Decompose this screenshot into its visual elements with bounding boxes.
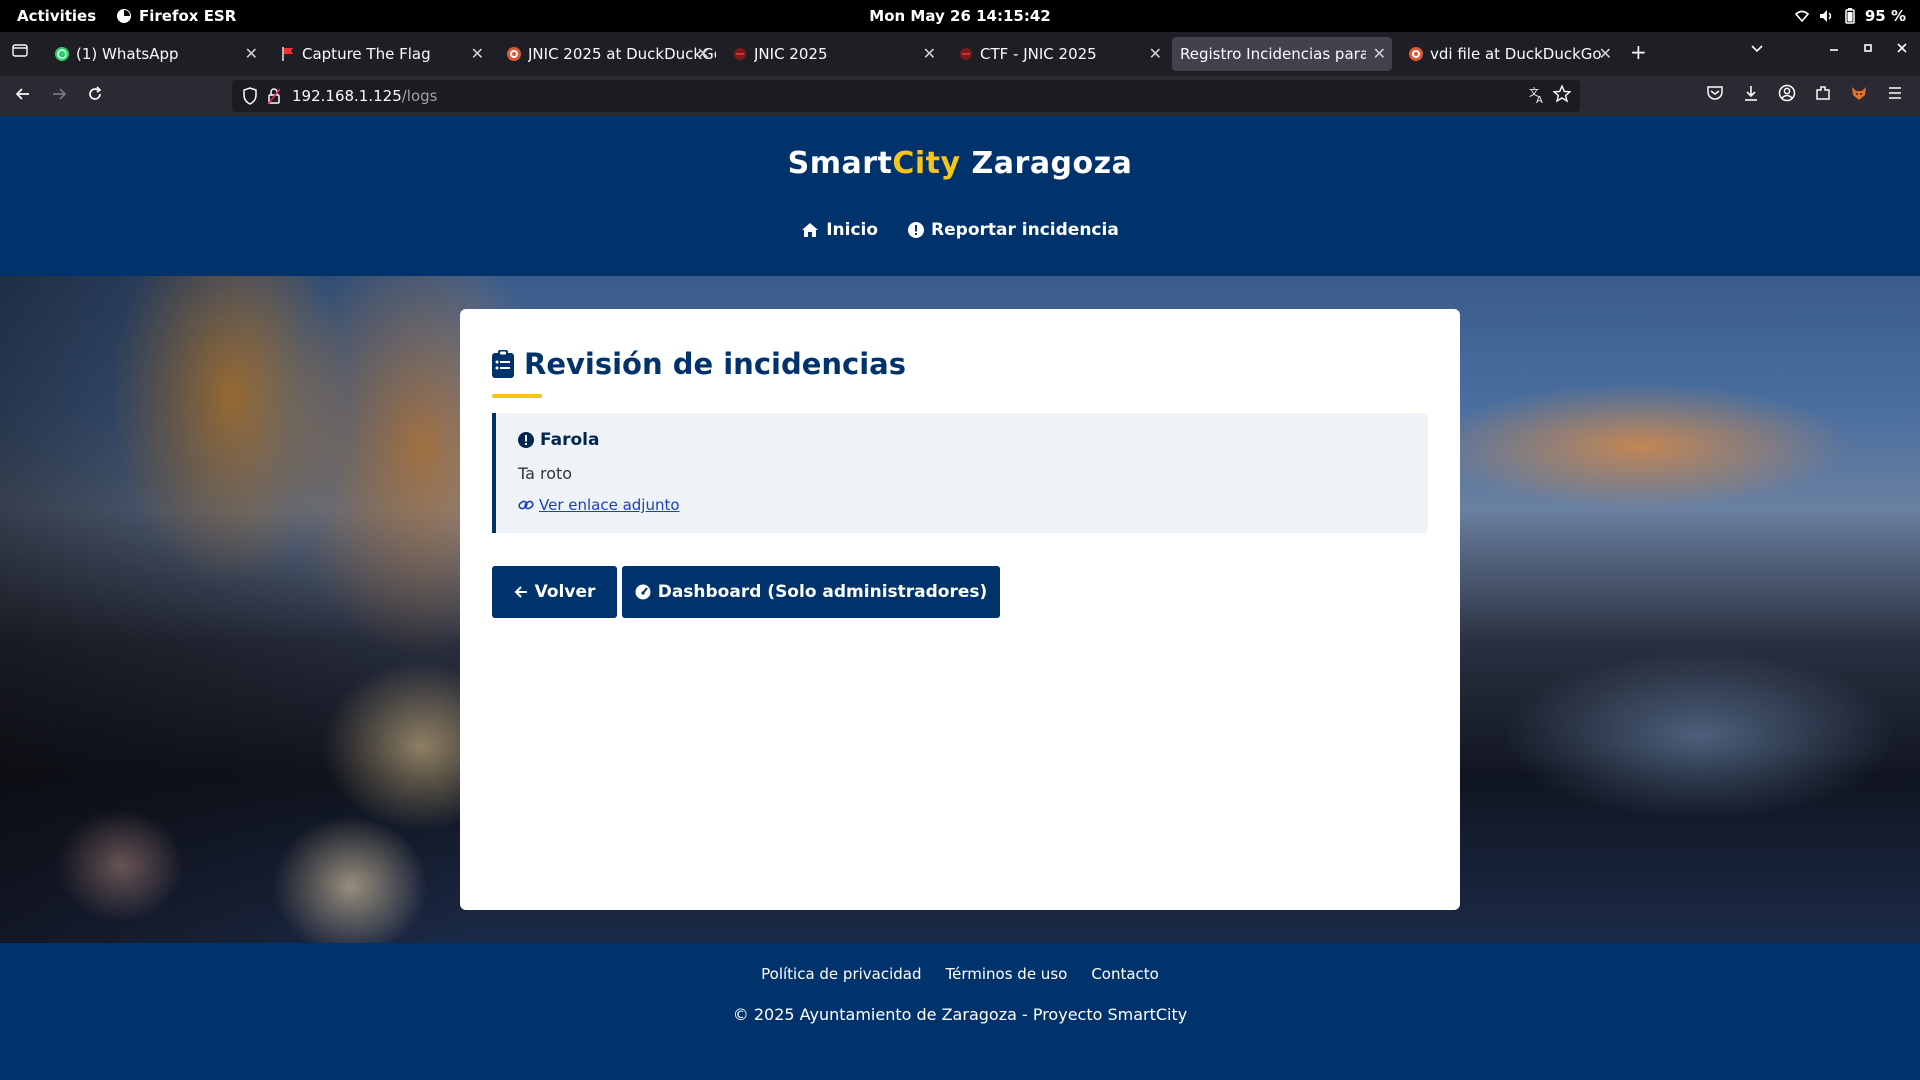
attachment-link[interactable]: Ver enlace adjunto <box>518 496 680 514</box>
tab-title: JNIC 2025 <box>754 45 828 63</box>
terms-link[interactable]: Términos de uso <box>946 965 1068 983</box>
privacy-link[interactable]: Política de privacidad <box>761 965 921 983</box>
close-icon[interactable]: ✕ <box>1149 44 1162 63</box>
battery-level: 95 % <box>1864 7 1906 25</box>
clock[interactable]: Mon May 26 14:15:42 <box>869 7 1050 25</box>
close-icon[interactable]: ✕ <box>1373 44 1386 63</box>
navigation-bar: 192.168.1.125/logs 文A <box>0 76 1920 116</box>
chevron-down-icon[interactable] <box>1750 42 1764 56</box>
tab-title: vdi file at DuckDuckGo <box>1430 45 1602 63</box>
incident-header: Farola <box>518 430 599 450</box>
lock-icon[interactable] <box>267 87 281 105</box>
firefox-icon <box>116 8 132 24</box>
tab-vdi-ddg[interactable]: vdi file at DuckDuckGo ✕ <box>1398 37 1618 71</box>
site-footer: Política de privacidad Términos de uso C… <box>0 943 1920 1080</box>
account-icon[interactable] <box>1778 84 1796 102</box>
hamburger-menu-icon[interactable] <box>1886 84 1904 102</box>
jnic-icon <box>732 46 748 62</box>
footer-links: Política de privacidad Términos de uso C… <box>0 965 1920 983</box>
duckduckgo-icon <box>1408 46 1424 62</box>
translate-icon[interactable]: 文A <box>1528 86 1546 104</box>
close-icon[interactable]: ✕ <box>1599 44 1612 63</box>
nav-report-link[interactable]: Reportar incidencia <box>908 220 1119 240</box>
attachment-link-text[interactable]: Ver enlace adjunto <box>539 496 680 514</box>
exclamation-circle-icon <box>908 222 925 238</box>
back-arrow-icon[interactable] <box>14 85 32 103</box>
flag-icon <box>280 46 296 62</box>
tab-jnic[interactable]: JNIC 2025 ✕ <box>722 37 942 71</box>
volume-icon <box>1819 9 1835 23</box>
close-icon[interactable]: ✕ <box>697 44 710 63</box>
back-button-label: Volver <box>534 582 596 602</box>
nav-home-link[interactable]: Inicio <box>801 220 878 240</box>
page-title: Revisión de incidencias <box>492 347 906 381</box>
shield-icon[interactable] <box>242 87 258 105</box>
forward-arrow-icon[interactable] <box>50 85 68 103</box>
content-card: Revisión de incidencias Farola Ta roto V… <box>460 309 1460 910</box>
extensions-icon[interactable] <box>1814 84 1832 102</box>
tab-title: Capture The Flag <box>302 45 431 63</box>
battery-icon <box>1845 8 1855 24</box>
back-button[interactable]: Volver <box>492 566 617 618</box>
url-text: 192.168.1.125/logs <box>292 87 438 105</box>
download-icon[interactable] <box>1742 84 1760 102</box>
dashboard-button-label: Dashboard (Solo administradores) <box>657 582 988 602</box>
site-logo[interactable]: SmartCity Zaragoza <box>0 146 1920 181</box>
whatsapp-icon <box>54 46 70 62</box>
hero-shade <box>0 276 480 943</box>
app-name: Firefox ESR <box>139 7 237 25</box>
tab-title: CTF - JNIC 2025 <box>980 45 1097 63</box>
maximize-icon[interactable] <box>1862 42 1874 54</box>
tab-whatsapp[interactable]: (1) WhatsApp ✕ <box>44 37 264 71</box>
new-tab-plus-icon[interactable]: + <box>1630 40 1647 64</box>
minimize-icon[interactable] <box>1828 42 1840 54</box>
tab-title: JNIC 2025 at DuckDuckGo <box>528 45 716 63</box>
network-icon <box>1794 9 1809 23</box>
nav-report-label: Reportar incidencia <box>931 220 1119 240</box>
home-icon <box>801 222 819 238</box>
close-icon[interactable]: ✕ <box>471 44 484 63</box>
close-icon[interactable]: ✕ <box>923 44 936 63</box>
site-nav: Inicio Reportar incidencia <box>0 220 1920 240</box>
site-header: SmartCity Zaragoza Inicio Reportar incid… <box>0 116 1920 276</box>
window-close-icon[interactable] <box>1896 42 1908 54</box>
tab-title: (1) WhatsApp <box>76 45 179 63</box>
incident-description: Ta roto <box>518 464 573 483</box>
page-title-text: Revisión de incidencias <box>524 347 906 381</box>
reload-icon[interactable] <box>86 85 104 103</box>
web-page: SmartCity Zaragoza Inicio Reportar incid… <box>0 116 1920 1080</box>
url-bar[interactable]: 192.168.1.125/logs 文A <box>232 80 1580 112</box>
nav-home-label: Inicio <box>826 220 879 240</box>
title-underline <box>492 394 542 398</box>
duckduckgo-icon <box>506 46 522 62</box>
incident-title: Farola <box>540 430 600 450</box>
system-top-bar: Activities Firefox ESR Mon May 26 14:15:… <box>0 0 1920 32</box>
arrow-left-icon <box>514 585 528 599</box>
tab-title: Registro Incidencias para Tra <box>1180 45 1366 63</box>
gauge-icon <box>635 584 651 600</box>
close-icon[interactable]: ✕ <box>245 44 258 63</box>
incident-item: Farola Ta roto Ver enlace adjunto <box>492 413 1428 533</box>
dashboard-button[interactable]: Dashboard (Solo administradores) <box>622 566 1000 618</box>
app-menu[interactable]: Firefox ESR <box>116 7 236 25</box>
system-tray[interactable]: 95 % <box>1794 7 1906 25</box>
tab-registro-incidencias[interactable]: Registro Incidencias para Tra ✕ <box>1172 37 1392 71</box>
tab-strip: (1) WhatsApp ✕ Capture The Flag ✕ JNIC 2… <box>0 32 1920 76</box>
bookmark-star-icon[interactable] <box>1553 85 1571 103</box>
clipboard-icon <box>492 350 514 378</box>
tab-ctf-jnic[interactable]: CTF - JNIC 2025 ✕ <box>948 37 1168 71</box>
tab-capture-the-flag[interactable]: Capture The Flag ✕ <box>270 37 490 71</box>
jnic-icon <box>958 46 974 62</box>
fox-extension-icon[interactable] <box>1850 84 1868 102</box>
svg-text:A: A <box>1536 95 1543 104</box>
copyright: © 2025 Ayuntamiento de Zaragoza - Proyec… <box>732 1005 1188 1024</box>
tab-jnic-ddg[interactable]: JNIC 2025 at DuckDuckGo ✕ <box>496 37 716 71</box>
link-icon <box>518 498 534 512</box>
activities-button[interactable]: Activities <box>17 7 96 25</box>
firefox-view-icon[interactable] <box>12 42 28 58</box>
contact-link[interactable]: Contacto <box>1091 965 1159 983</box>
exclamation-circle-icon <box>518 432 534 448</box>
pocket-icon[interactable] <box>1706 84 1724 102</box>
